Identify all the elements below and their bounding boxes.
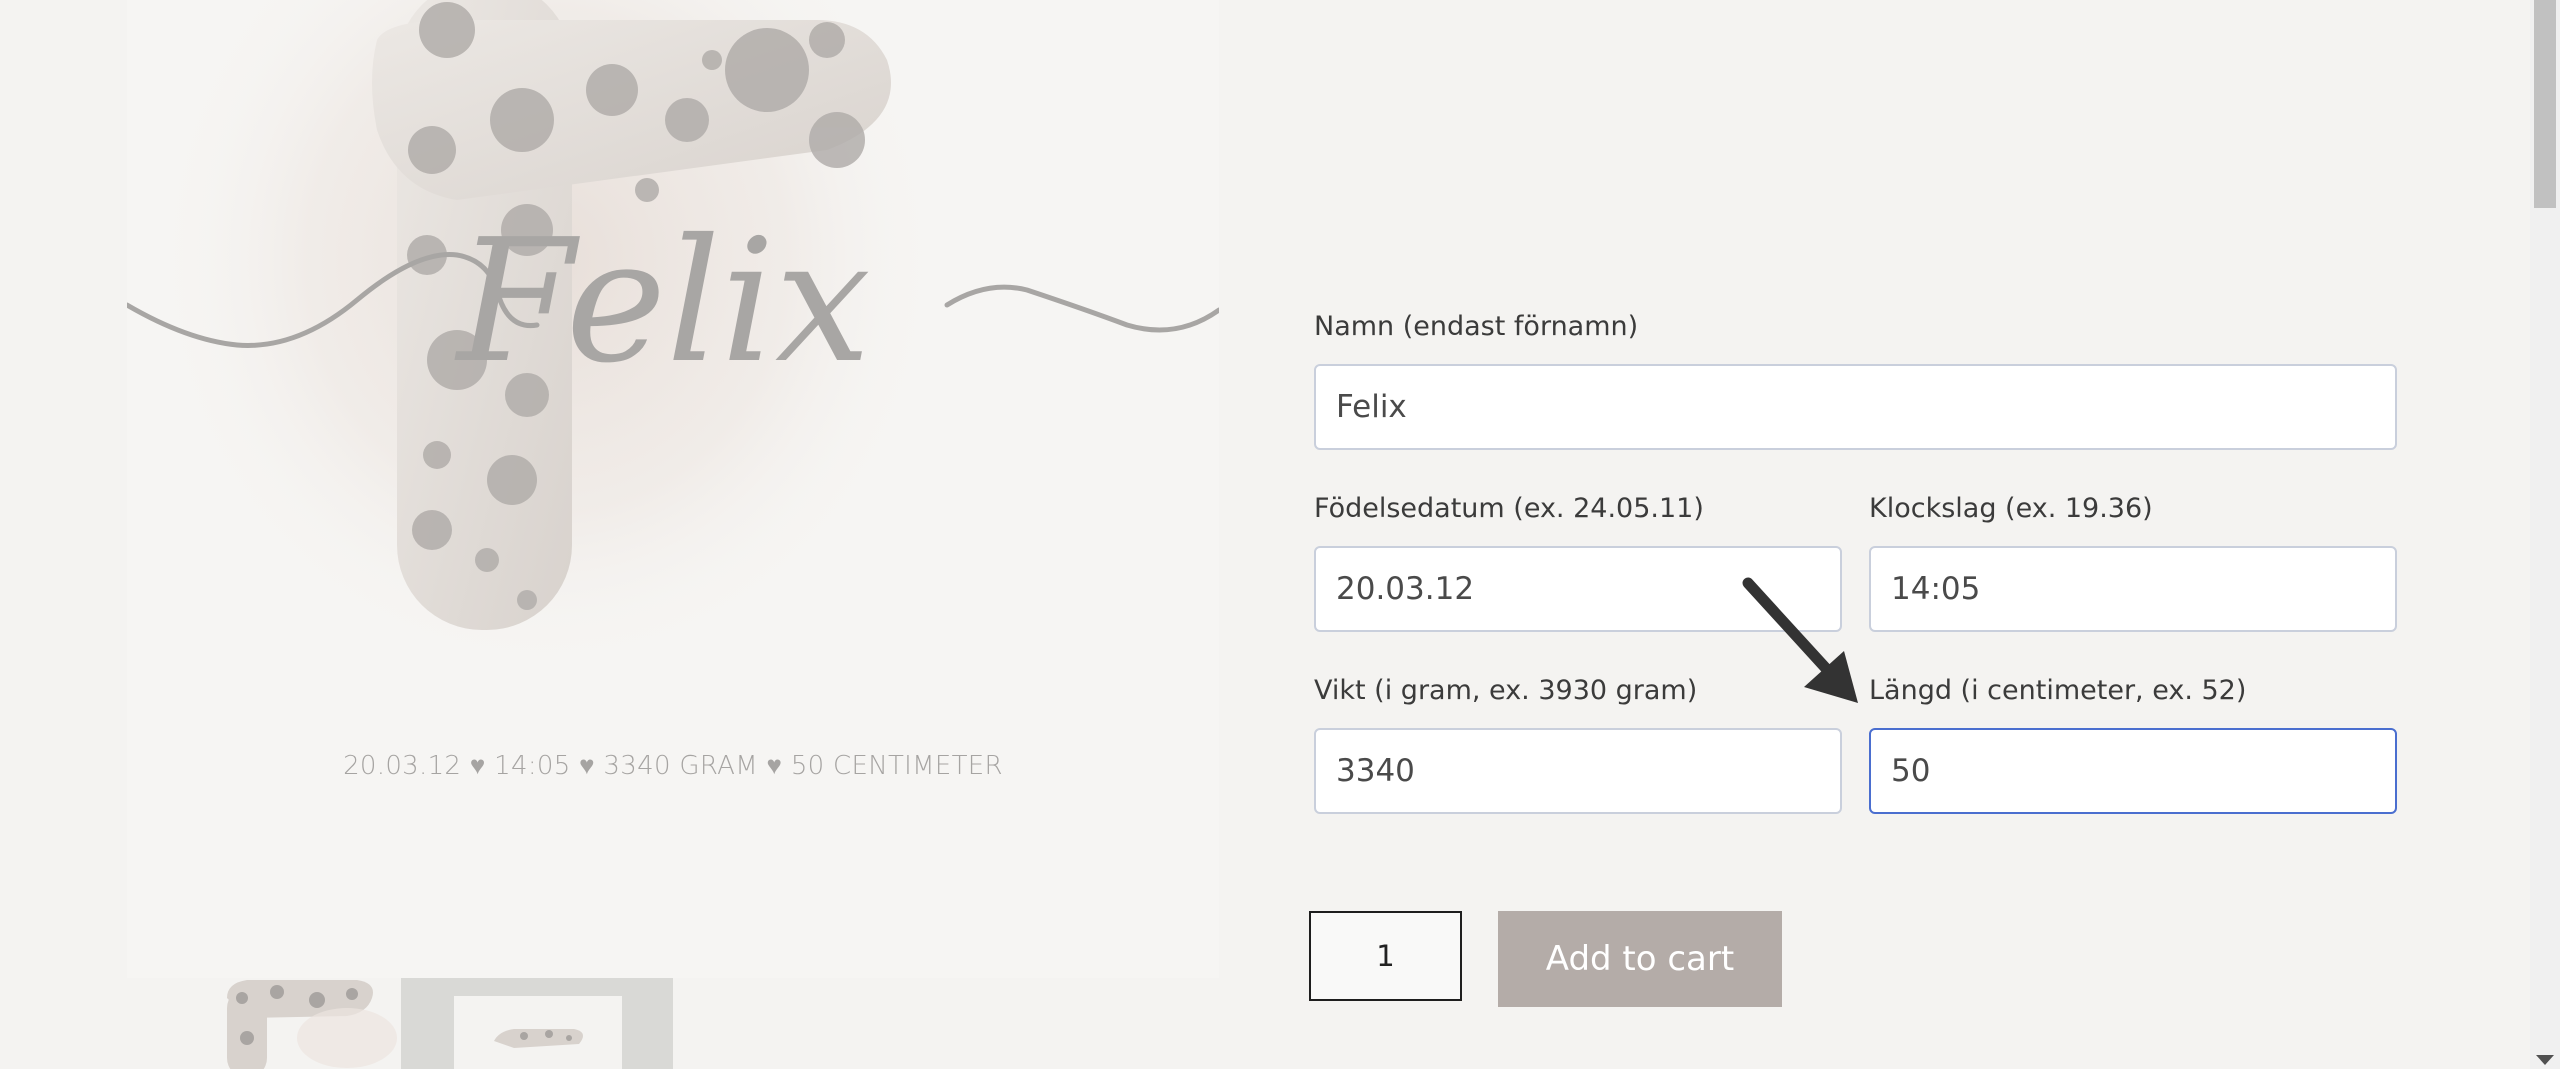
time-input[interactable] bbox=[1869, 546, 2397, 632]
scrollbar[interactable] bbox=[2530, 0, 2560, 1069]
birthdate-label: Födelsedatum (ex. 24.05.11) bbox=[1314, 493, 1704, 524]
length-label: Längd (i centimeter, ex. 52) bbox=[1869, 675, 2247, 706]
scroll-down-arrow-icon[interactable] bbox=[2536, 1055, 2554, 1065]
name-label: Namn (endast förnamn) bbox=[1314, 311, 1639, 342]
length-input[interactable] bbox=[1869, 728, 2397, 814]
weight-label: Vikt (i gram, ex. 3930 gram) bbox=[1314, 675, 1698, 706]
time-label: Klockslag (ex. 19.36) bbox=[1869, 493, 2153, 524]
thumbnail-2[interactable] bbox=[401, 978, 673, 1069]
weight-input[interactable] bbox=[1314, 728, 1842, 814]
scrollbar-thumb[interactable] bbox=[2534, 0, 2556, 208]
thumbnail-strip bbox=[127, 978, 1219, 1069]
letter-f-artwork: Felix bbox=[127, 0, 1219, 680]
thumbnail-1[interactable] bbox=[167, 978, 407, 1069]
add-to-cart-button[interactable]: Add to cart bbox=[1498, 911, 1782, 1007]
product-image[interactable]: Felix 20.03.12 ♥ 14:05 ♥ 3340 GRAM ♥ 50 … bbox=[127, 0, 1219, 978]
quantity-input[interactable] bbox=[1309, 911, 1462, 1001]
name-input[interactable] bbox=[1314, 364, 2397, 450]
annotation-arrow-icon bbox=[1742, 577, 1858, 703]
script-name-text: Felix bbox=[454, 203, 871, 401]
print-caption: 20.03.12 ♥ 14:05 ♥ 3340 GRAM ♥ 50 CENTIM… bbox=[343, 751, 1003, 781]
